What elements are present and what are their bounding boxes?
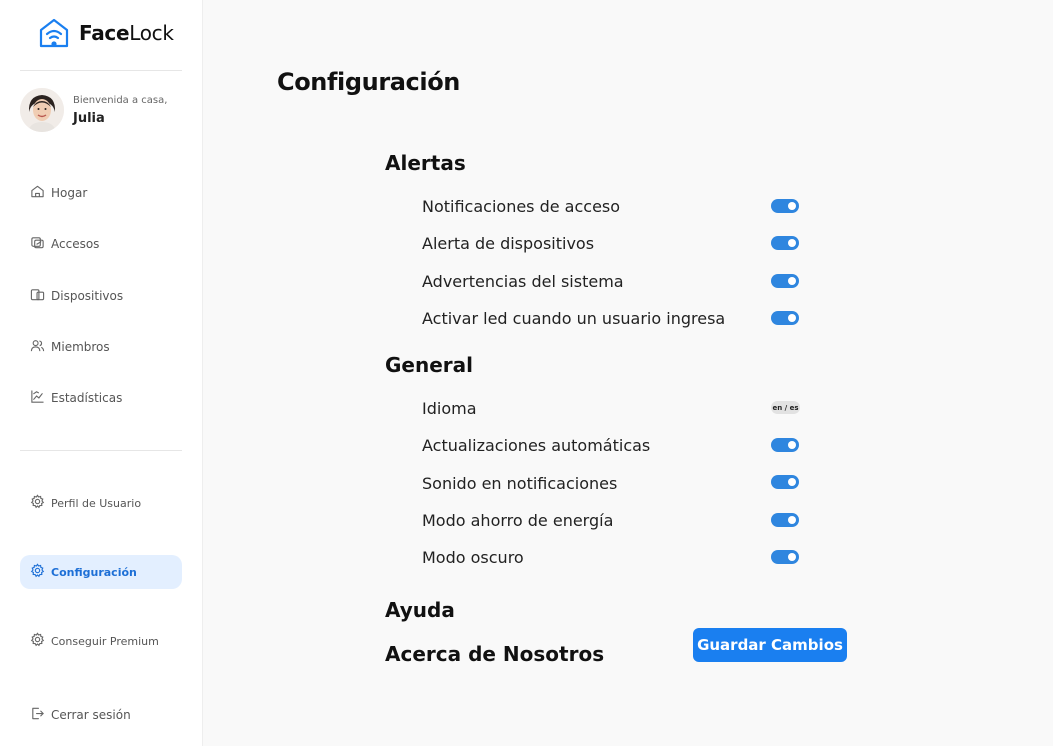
nav-item-perfil-de-usuario[interactable]: Perfil de Usuario [20,486,182,520]
sidebar: FaceLock Bienvenida a casa, Julia Hogar [0,0,203,746]
setting-label: Idioma [422,399,477,418]
setting-label: Alerta de dispositivos [422,234,595,253]
toggle-knob [788,277,796,285]
home-icon [30,184,51,202]
nav-item-configuracion[interactable]: Configuración [20,555,182,589]
toggle-activar-led[interactable] [771,311,799,325]
nav-label: Configuración [51,565,137,579]
nav-label: Dispositivos [51,289,124,303]
section-link-acerca-de-nosotros[interactable]: Acerca de Nosotros [385,642,604,666]
stats-icon [30,389,51,407]
setting-label: Actualizaciones automáticas [422,436,651,455]
section-title-alertas: Alertas [385,151,466,175]
setting-label: Modo ahorro de energía [422,511,614,530]
page-title: Configuración [277,68,460,96]
nav-label: Conseguir Premium [51,634,159,648]
access-icon [30,235,51,253]
setting-label: Notificaciones de acceso [422,197,621,216]
divider [20,70,182,71]
welcome-text: Bienvenida a casa, [73,94,168,106]
toggle-advertencias-del-sistema[interactable] [771,274,799,288]
toggle-modo-ahorro-de-energia[interactable] [771,513,799,527]
gear-icon [30,494,51,512]
nav-item-dispositivos[interactable]: Dispositivos [20,279,182,313]
gear-icon [30,632,51,650]
save-changes-button[interactable]: Guardar Cambios [693,628,847,662]
nav-item-accesos[interactable]: Accesos [20,227,182,261]
toggle-knob [788,202,796,210]
setting-label: Activar led cuando un usuario ingresa [422,309,726,328]
toggle-knob [788,516,796,524]
house-lock-icon [38,17,70,49]
toggle-modo-oscuro[interactable] [771,550,799,564]
nav-item-hogar[interactable]: Hogar [20,176,182,210]
nav-label: Accesos [51,237,100,251]
nav-item-conseguir-premium[interactable]: Conseguir Premium [20,624,182,658]
avatar[interactable] [20,88,64,132]
brand-logo[interactable]: FaceLock [38,17,174,49]
members-icon [30,338,51,356]
toggle-knob [788,553,796,561]
user-info: Bienvenida a casa, Julia [20,88,167,132]
setting-label: Sonido en notificaciones [422,474,618,493]
divider [20,450,182,451]
toggle-knob [788,314,796,322]
setting-label: Advertencias del sistema [422,272,624,291]
nav-label: Hogar [51,186,88,200]
toggle-knob [788,478,796,486]
nav-label: Miembros [51,340,110,354]
section-link-ayuda[interactable]: Ayuda [385,598,455,622]
toggle-notificaciones-de-acceso[interactable] [771,199,799,213]
gear-icon [30,563,51,581]
nav-item-cerrar-sesion[interactable]: Cerrar sesión [20,698,182,732]
user-name: Julia [73,110,105,126]
nav-item-miembros[interactable]: Miembros [20,330,182,364]
brand-name: FaceLock [79,21,174,45]
toggle-sonido-en-notificaciones[interactable] [771,475,799,489]
nav-label: Cerrar sesión [51,708,131,722]
nav-label: Perfil de Usuario [51,496,142,510]
toggle-alerta-de-dispositivos[interactable] [771,236,799,250]
toggle-knob [788,441,796,449]
language-switch[interactable]: en / es [771,401,800,414]
logout-icon [30,706,51,724]
toggle-knob [788,239,796,247]
setting-label: Modo oscuro [422,548,524,567]
nav-label: Estadísticas [51,391,123,405]
toggle-actualizaciones-automaticas[interactable] [771,438,799,452]
nav-item-estadisticas[interactable]: Estadísticas [20,381,182,415]
section-title-general: General [385,353,473,377]
devices-icon [30,287,51,305]
